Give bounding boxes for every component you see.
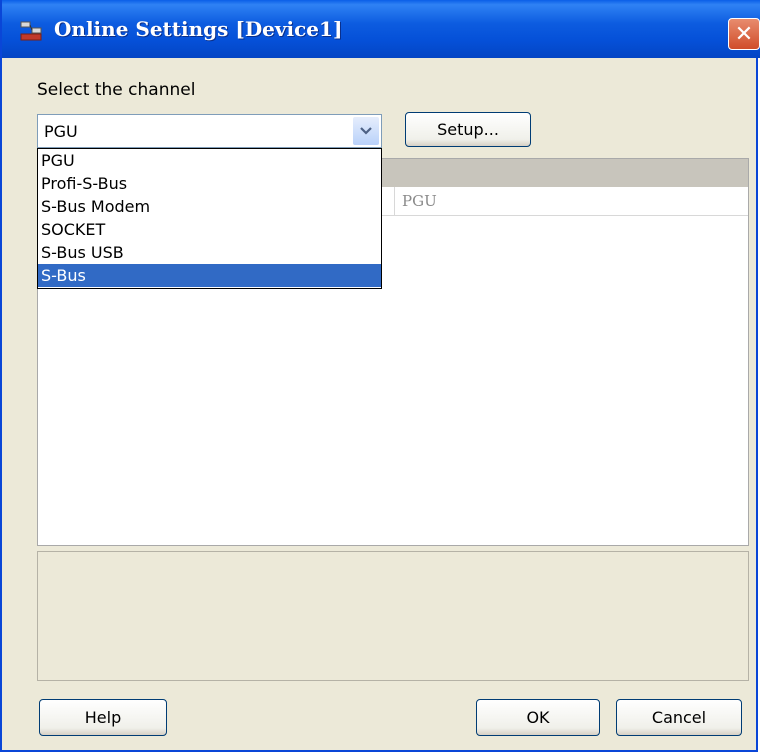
property-value: PGU	[402, 192, 437, 210]
chevron-down-icon[interactable]	[353, 117, 379, 145]
dropdown-option-profi-s-bus[interactable]: Profi-S-Bus	[38, 172, 381, 195]
select-channel-label: Select the channel	[37, 80, 196, 100]
window-title: Online Settings [Device1]	[54, 17, 343, 41]
close-icon: ✕	[734, 21, 754, 47]
dropdown-option-s-bus[interactable]: S-Bus	[38, 264, 381, 287]
column-divider	[394, 187, 395, 215]
setup-button[interactable]: Setup...	[405, 112, 531, 147]
dropdown-option-socket[interactable]: SOCKET	[38, 218, 381, 241]
channel-dropdown-list[interactable]: PGU Profi-S-Bus S-Bus Modem SOCKET S-Bus…	[37, 148, 382, 289]
channel-select[interactable]: PGU	[37, 114, 382, 148]
dropdown-option-pgu[interactable]: PGU	[38, 149, 381, 172]
description-panel	[37, 551, 749, 681]
online-settings-dialog: Online Settings [Device1] ✕ Select the c…	[0, 0, 760, 752]
ok-button[interactable]: OK	[476, 699, 600, 736]
help-button[interactable]: Help	[39, 699, 167, 736]
channel-select-value: PGU	[44, 122, 78, 141]
dropdown-option-s-bus-usb[interactable]: S-Bus USB	[38, 241, 381, 264]
cancel-button[interactable]: Cancel	[616, 699, 742, 736]
online-settings-icon	[20, 21, 42, 41]
title-bar[interactable]: Online Settings [Device1] ✕	[2, 0, 760, 58]
dropdown-option-s-bus-modem[interactable]: S-Bus Modem	[38, 195, 381, 218]
close-button[interactable]: ✕	[728, 18, 760, 50]
